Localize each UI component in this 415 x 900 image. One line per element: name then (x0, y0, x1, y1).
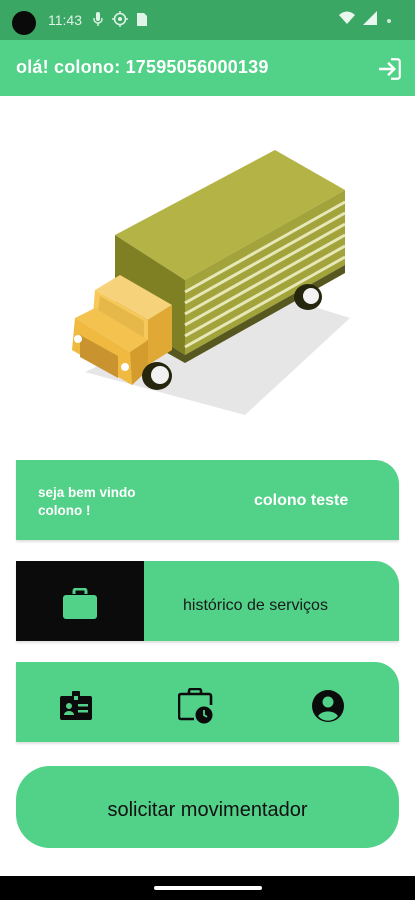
welcome-greeting-line2: colono ! (38, 503, 91, 518)
welcome-card: seja bem vindo colono ! colono teste (16, 460, 399, 540)
battery-dot-icon (387, 19, 391, 23)
mic-icon (93, 12, 103, 26)
camera-cutout (12, 11, 36, 35)
profile-button[interactable] (310, 688, 346, 724)
actions-card (16, 662, 399, 742)
id-badge-button[interactable] (58, 688, 94, 724)
briefcase-clock-icon (178, 688, 213, 724)
status-left-icons (92, 11, 148, 27)
location-icon (112, 11, 128, 27)
truck-illustration (72, 150, 350, 415)
status-right-icons (339, 11, 393, 25)
id-badge-icon (60, 691, 92, 720)
account-circle-icon (312, 690, 344, 722)
page-title: olá! colono: 17595056000139 (16, 57, 269, 77)
welcome-user-name: colono teste (254, 492, 349, 509)
request-mover-button[interactable]: solicitar movimentador (16, 766, 399, 848)
status-time: 11:43 (48, 12, 82, 28)
navigation-bar (0, 876, 415, 900)
schedule-button[interactable] (178, 688, 214, 724)
welcome-greeting-line1: seja bem vindo (38, 485, 136, 500)
briefcase-icon (63, 588, 97, 619)
request-mover-label: solicitar movimentador (107, 799, 308, 821)
history-button[interactable]: histórico de serviços (16, 561, 399, 641)
wifi-icon (339, 11, 355, 24)
history-label: histórico de serviços (183, 597, 328, 614)
history-icon-box (16, 561, 144, 641)
status-bar: 11:43 (0, 0, 415, 40)
signal-icon (363, 11, 377, 25)
logout-icon[interactable] (377, 56, 403, 82)
app-bar: olá! colono: 17595056000139 (0, 40, 415, 96)
home-gesture-handle[interactable] (154, 886, 262, 890)
sim-icon (137, 13, 147, 26)
welcome-greeting: seja bem vindo colono ! (38, 484, 136, 520)
